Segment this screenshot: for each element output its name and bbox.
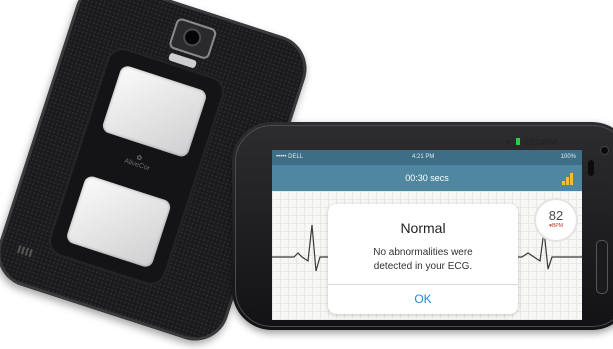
carrier-label: ••••• DELL bbox=[276, 154, 304, 160]
app-screen: ••••• DELL 4:21 PM 100% 00:30 secs 82 ♥B… bbox=[272, 150, 582, 320]
home-button[interactable] bbox=[596, 240, 608, 294]
status-time: 4:21 PM bbox=[412, 154, 435, 160]
device-clock: 12:24PM bbox=[524, 138, 557, 147]
battery-label: 100% bbox=[560, 154, 576, 160]
app-bar: 00:30 secs bbox=[272, 165, 582, 191]
device-status-bar: ▼ 12:24PM bbox=[504, 138, 556, 147]
recording-timer: 00:30 secs bbox=[405, 173, 449, 183]
signal-strength-icon bbox=[562, 171, 574, 185]
wifi-icon: ▼ bbox=[504, 138, 512, 147]
dialog-title: Normal bbox=[400, 220, 446, 236]
dialog-message-line1: No abnormalities were bbox=[373, 247, 473, 258]
battery-icon bbox=[516, 138, 521, 145]
dialog-message-line2: detected in your ECG. bbox=[373, 261, 473, 272]
electrode-bottom bbox=[65, 174, 173, 269]
heart-rate-unit: ♥BPM bbox=[549, 223, 563, 229]
electrode-top bbox=[100, 64, 209, 159]
app-status-bar: ••••• DELL 4:21 PM 100% bbox=[272, 150, 582, 165]
heart-rate-value: 82 bbox=[548, 208, 564, 223]
alivecor-logo: ✿ AliveCor bbox=[114, 147, 162, 175]
front-camera-icon bbox=[600, 146, 609, 155]
result-dialog: Normal No abnormalities were detected in… bbox=[328, 204, 518, 314]
ok-button[interactable]: OK bbox=[328, 285, 518, 314]
heart-rate-badge: 82 ♥BPM bbox=[534, 198, 578, 242]
front-speaker-icon bbox=[588, 160, 594, 176]
